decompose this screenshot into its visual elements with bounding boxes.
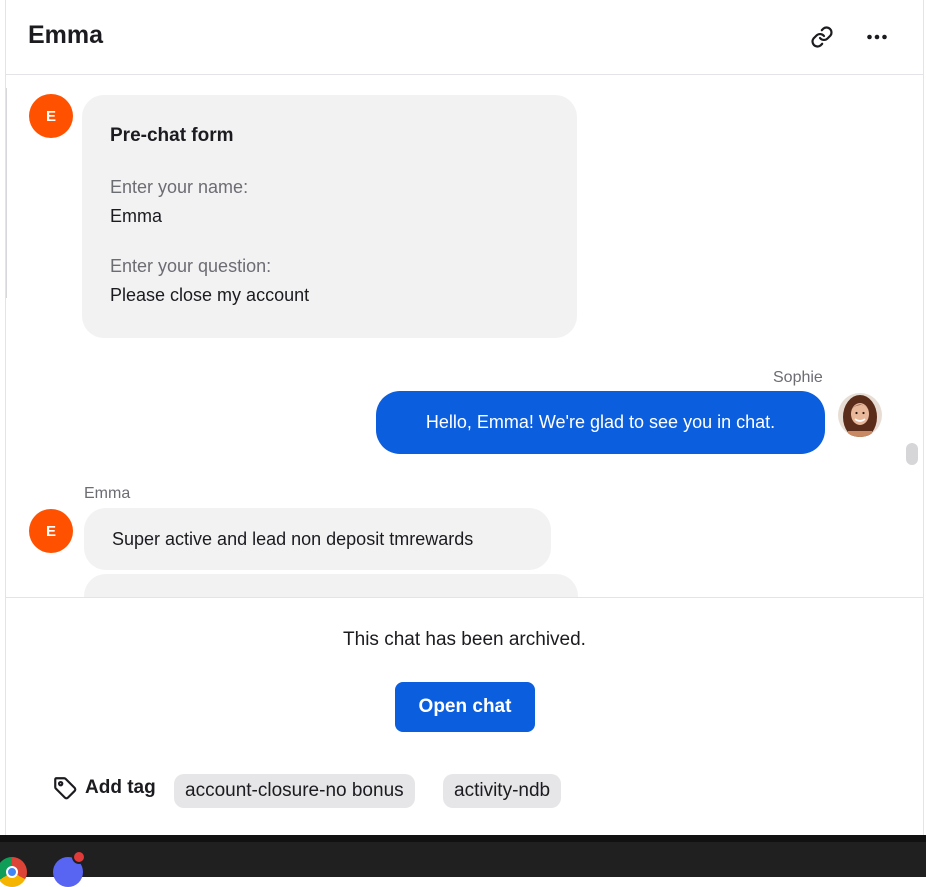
customer-avatar: E [29,509,73,553]
tag-icon [54,777,77,800]
prechat-form-title: Pre-chat form [110,125,234,146]
customer-message-bubble [84,574,578,597]
copy-link-button[interactable] [807,22,837,52]
form-question: Enter your question: [110,256,272,276]
link-icon [811,26,833,48]
prechat-form-bubble: Pre-chat form Enter your name: Emma Ente… [82,95,577,338]
add-tag-label: Add tag [85,777,156,798]
divider [6,88,7,298]
chat-panel: Emma E Pre-chat form Enter your name: Em… [5,0,924,835]
archived-notice: This chat has been archived. [343,629,586,650]
agent-sender-name: Sophie [773,369,823,386]
taskbar [0,835,926,887]
notification-badge [72,850,86,864]
customer-message-bubble: Super active and lead non deposit tmrewa… [84,508,551,570]
agent-avatar [838,393,882,437]
more-horizontal-icon [867,34,887,40]
agent-message-bubble: Hello, Emma! We're glad to see you in ch… [376,391,825,454]
customer-sender-name: Emma [84,485,131,502]
form-question: Enter your name: [110,177,249,197]
customer-avatar: E [29,94,73,138]
chat-title: Emma [28,21,104,49]
scrollbar-thumb[interactable] [906,443,918,465]
archived-footer: This chat has been archived. Open chat A… [6,597,923,835]
chat-header: Emma [6,0,923,75]
tag-chip[interactable]: activity-ndb [443,774,562,808]
more-options-button[interactable] [862,22,892,52]
add-tag-button[interactable]: Add tag [52,775,156,801]
form-answer: Please close my account [110,285,310,305]
form-answer: Emma [110,206,163,226]
discord-icon[interactable] [53,850,86,887]
tag-chip[interactable]: account-closure-no bonus [174,774,415,808]
chrome-icon[interactable] [0,857,27,887]
open-chat-button[interactable]: Open chat [395,682,535,732]
